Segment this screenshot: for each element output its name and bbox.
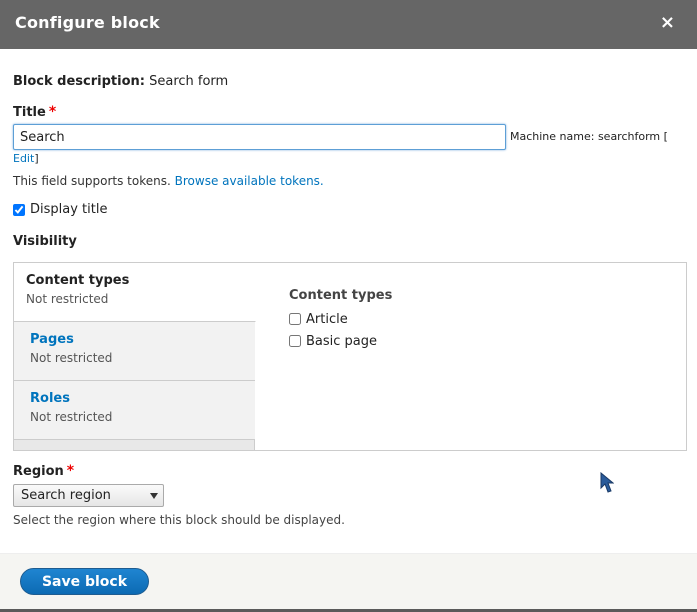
dialog-titlebar: Configure block × (0, 0, 697, 49)
edit-machine-name-link[interactable]: Edit (13, 152, 34, 165)
dialog-title: Configure block (15, 13, 160, 32)
pane-title: Content types (289, 288, 393, 303)
configure-block-dialog: Configure block × Block description: Sea… (0, 0, 697, 612)
content-type-basic-page[interactable]: Basic page (289, 330, 392, 352)
title-label-text: Title (13, 105, 46, 120)
edit-close-bracket: ] (34, 152, 39, 165)
required-mark: * (48, 104, 57, 120)
block-description-label: Block description: (13, 74, 145, 89)
tab-summary: Not restricted (30, 410, 113, 424)
tab-title: Pages (30, 332, 74, 347)
title-label: Title * (13, 104, 56, 120)
browse-tokens-link[interactable]: Browse available tokens. (175, 174, 324, 188)
region-label-text: Region (13, 464, 64, 479)
machine-name-edit: Edit] (13, 152, 39, 165)
region-label: Region * (13, 463, 74, 479)
dropdown-arrow-icon (150, 493, 158, 499)
machine-name: Machine name: searchform [ (510, 130, 668, 143)
machine-name-text: Machine name: searchform [ (510, 130, 668, 143)
tab-title: Roles (30, 391, 70, 406)
display-title-checkbox[interactable] (13, 203, 25, 216)
dialog-content: Block description: Search form Title* Ma… (0, 49, 697, 553)
display-title-option[interactable]: Display title (13, 202, 107, 217)
display-title-label: Display title (30, 202, 108, 217)
dialog-footer: Save block (0, 553, 697, 609)
basic-page-checkbox[interactable] (289, 335, 301, 347)
content-type-article[interactable]: Article (289, 308, 392, 330)
visibility-tabs: Content types Not restricted Pages Not r… (13, 262, 687, 451)
tab-content-types[interactable]: Content types Not restricted (14, 263, 256, 322)
mouse-cursor-icon (600, 472, 614, 493)
region-select[interactable]: Search region (13, 484, 164, 507)
tab-title: Content types (26, 273, 130, 288)
tab-pages[interactable]: Pages Not restricted (14, 322, 255, 381)
tab-roles[interactable]: Roles Not restricted (14, 381, 255, 440)
tokens-text: This field supports tokens. (13, 174, 171, 188)
tab-summary: Not restricted (26, 292, 109, 306)
block-description-value: Search form (149, 74, 229, 89)
tab-summary: Not restricted (30, 351, 113, 365)
content-types-pane: Content types Article Basic page (289, 288, 392, 352)
region-help-text: Select the region where this block shoul… (13, 513, 345, 527)
visibility-heading: Visibility (13, 234, 77, 249)
vertical-tab-list: Content types Not restricted Pages Not r… (14, 263, 256, 450)
close-icon[interactable]: × (660, 12, 675, 33)
tokens-help: This field supports tokens. Browse avail… (13, 174, 324, 188)
region-selected-value: Search region (21, 488, 111, 503)
title-input[interactable] (13, 124, 506, 150)
article-label: Article (306, 311, 348, 327)
save-block-button[interactable]: Save block (20, 568, 149, 595)
block-description: Block description: Search form (13, 74, 228, 89)
basic-page-label: Basic page (306, 333, 378, 349)
article-checkbox[interactable] (289, 313, 301, 325)
required-mark: * (66, 463, 75, 479)
